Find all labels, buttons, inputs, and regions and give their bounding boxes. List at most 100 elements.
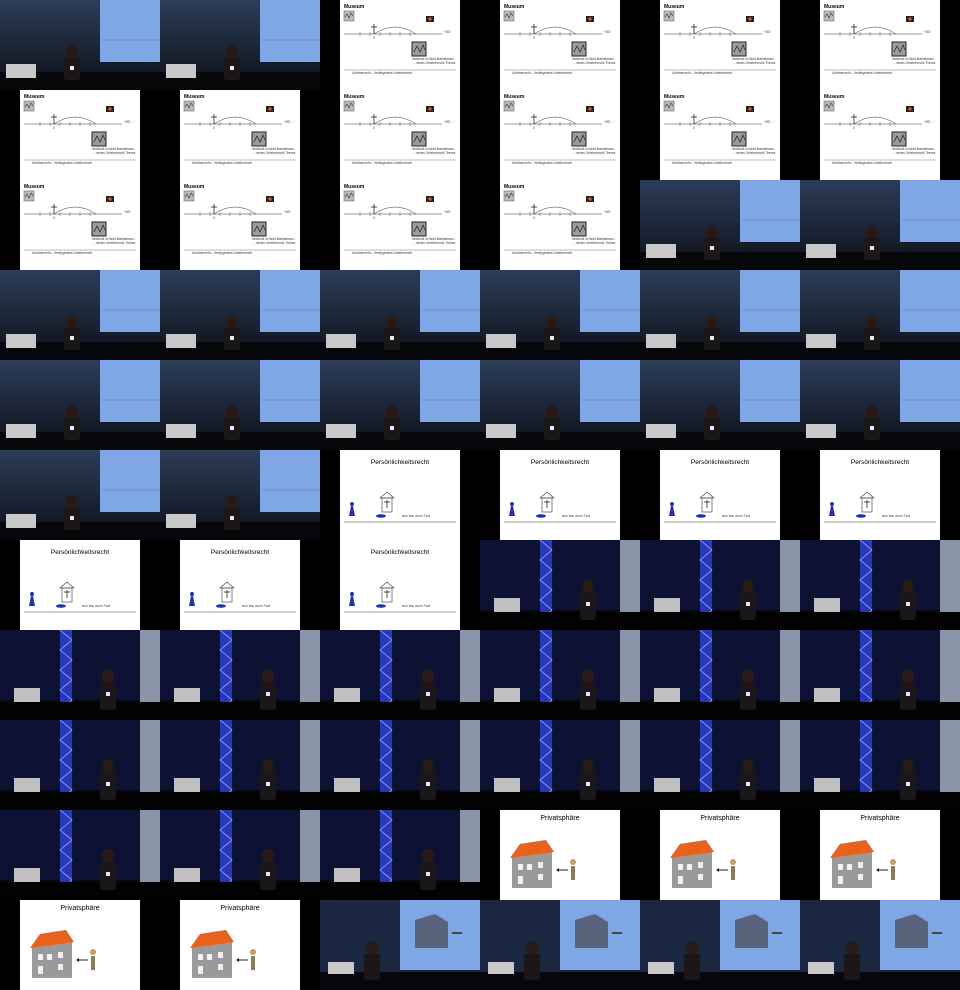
house-diagram <box>670 840 736 888</box>
bis-zum-tod-label: nur bis zum Tod <box>82 603 111 608</box>
projection-screen <box>100 450 160 512</box>
museum-footer: Urheberrecht -- festlegendes Urheberrech… <box>32 161 93 165</box>
stage-scene <box>800 540 960 630</box>
museum-footer: Urheberrecht -- festlegendes Urheberrech… <box>192 251 253 255</box>
plus-dd-label: +DD <box>604 210 611 214</box>
stage-scene <box>800 900 960 990</box>
video-frame-speaker <box>640 180 800 270</box>
video-frame-speaker-truss <box>800 630 960 720</box>
speaker-figure <box>102 849 114 863</box>
speaker-figure <box>66 495 78 509</box>
zero-label: 0 <box>853 126 855 130</box>
laptop-icon <box>646 424 676 438</box>
stage-scene <box>800 720 960 810</box>
zero-label: 0 <box>373 36 375 40</box>
speaker-figure <box>102 759 114 773</box>
timeline-diagram <box>664 491 776 523</box>
projection-screen <box>100 270 160 332</box>
museum-note-2: → neues Urheberrecht-Thema <box>412 61 456 65</box>
video-frame-speaker <box>320 270 480 360</box>
projection-screen <box>260 0 320 62</box>
stage-scene <box>480 630 640 720</box>
stage-scene <box>0 810 160 900</box>
speaker-figure <box>742 759 754 773</box>
slide-museum: Museum +DD 0 vielleicht in Nicht-Mainstr… <box>160 180 320 270</box>
plus-dd-label: +DD <box>284 120 291 124</box>
timeline-diagram <box>23 190 136 251</box>
projection-screen <box>580 360 640 422</box>
zero-label: 0 <box>533 216 535 220</box>
plus-dd-label: +DD <box>764 120 771 124</box>
stage-scene <box>160 270 320 360</box>
museum-note-2: → neues Urheberrecht-Thema <box>892 151 936 155</box>
projection-screen <box>580 270 640 332</box>
speaker-figure <box>366 941 378 955</box>
laptop-icon <box>806 424 836 438</box>
timeline-diagram <box>663 100 776 161</box>
speaker-figure <box>66 45 78 59</box>
slide-privatsphaere: Privatsphäre <box>480 810 640 900</box>
video-frame-speaker-house <box>320 900 480 990</box>
stage-scene <box>640 180 800 270</box>
timeline-diagram <box>343 190 456 251</box>
stage-scene <box>480 360 640 450</box>
speaker-figure <box>866 405 878 419</box>
slide-museum: Museum +DD 0 vielleicht in Nicht-Mainstr… <box>320 0 480 90</box>
timeline-diagram <box>503 100 616 161</box>
timeline-diagram <box>183 190 296 251</box>
video-frame-speaker-truss <box>0 720 160 810</box>
stage-scene <box>0 720 160 810</box>
projection-screen <box>420 360 480 422</box>
slide-privatsphaere: Privatsphäre <box>0 900 160 990</box>
slide-museum: Museum +DD 0 vielleicht in Nicht-Mainstr… <box>640 90 800 180</box>
video-frame-speaker <box>0 450 160 540</box>
slide-persoenlichkeitsrecht: Persönlichkeitsrecht nur bis zum Tod <box>320 540 480 630</box>
video-frame-speaker-truss <box>320 720 480 810</box>
house-diagram <box>190 930 256 978</box>
video-frame-speaker-truss <box>640 720 800 810</box>
museum-note-2: → neues Urheberrecht-Thema <box>732 151 776 155</box>
video-frame-speaker-house <box>480 900 640 990</box>
video-frame-speaker-truss <box>320 630 480 720</box>
museum-note-2: → neues Urheberrecht-Thema <box>892 61 936 65</box>
laptop-icon <box>14 778 40 792</box>
stage-scene <box>800 270 960 360</box>
speaker-figure <box>902 669 914 683</box>
video-frame-speaker-truss <box>0 810 160 900</box>
projection-screen <box>100 0 160 62</box>
speaker-figure <box>582 669 594 683</box>
speaker-figure <box>902 759 914 773</box>
video-frame-speaker <box>160 450 320 540</box>
laptop-icon <box>654 598 680 612</box>
video-frame-speaker <box>0 270 160 360</box>
video-frame-speaker-truss <box>480 630 640 720</box>
video-frame-speaker-house <box>640 900 800 990</box>
slide-privatsphaere: Privatsphäre <box>160 900 320 990</box>
museum-note-2: → neues Urheberrecht-Thema <box>92 241 136 245</box>
laptop-icon <box>6 334 36 348</box>
slide-museum: Museum +DD 0 vielleicht in Nicht-Mainstr… <box>0 180 160 270</box>
projection-screen <box>260 360 320 422</box>
museum-note-2: → neues Urheberrecht-Thema <box>412 151 456 155</box>
speaker-figure <box>226 495 238 509</box>
laptop-icon <box>654 688 680 702</box>
bis-zum-tod-label: nur bis zum Tod <box>242 603 271 608</box>
speaker-figure <box>526 941 538 955</box>
speaker-figure <box>742 579 754 593</box>
projection-screen <box>740 180 800 242</box>
zero-label: 0 <box>373 126 375 130</box>
stage-scene <box>640 630 800 720</box>
museum-footer: Urheberrecht -- festlegendes Urheberrech… <box>832 161 893 165</box>
slide-persoenlichkeitsrecht: Persönlichkeitsrecht nur bis zum Tod <box>800 450 960 540</box>
museum-note-2: → neues Urheberrecht-Thema <box>572 151 616 155</box>
speaker-figure <box>262 849 274 863</box>
plus-dd-label: +DD <box>924 120 931 124</box>
video-frame-speaker <box>0 360 160 450</box>
laptop-icon <box>14 688 40 702</box>
timeline-diagram <box>503 190 616 251</box>
museum-footer: Urheberrecht -- festlegendes Urheberrech… <box>832 71 893 75</box>
video-frame-speaker <box>640 270 800 360</box>
timeline-diagram <box>344 581 456 613</box>
slide-privatsphaere: Privatsphäre <box>640 810 800 900</box>
speaker-figure <box>866 225 878 239</box>
